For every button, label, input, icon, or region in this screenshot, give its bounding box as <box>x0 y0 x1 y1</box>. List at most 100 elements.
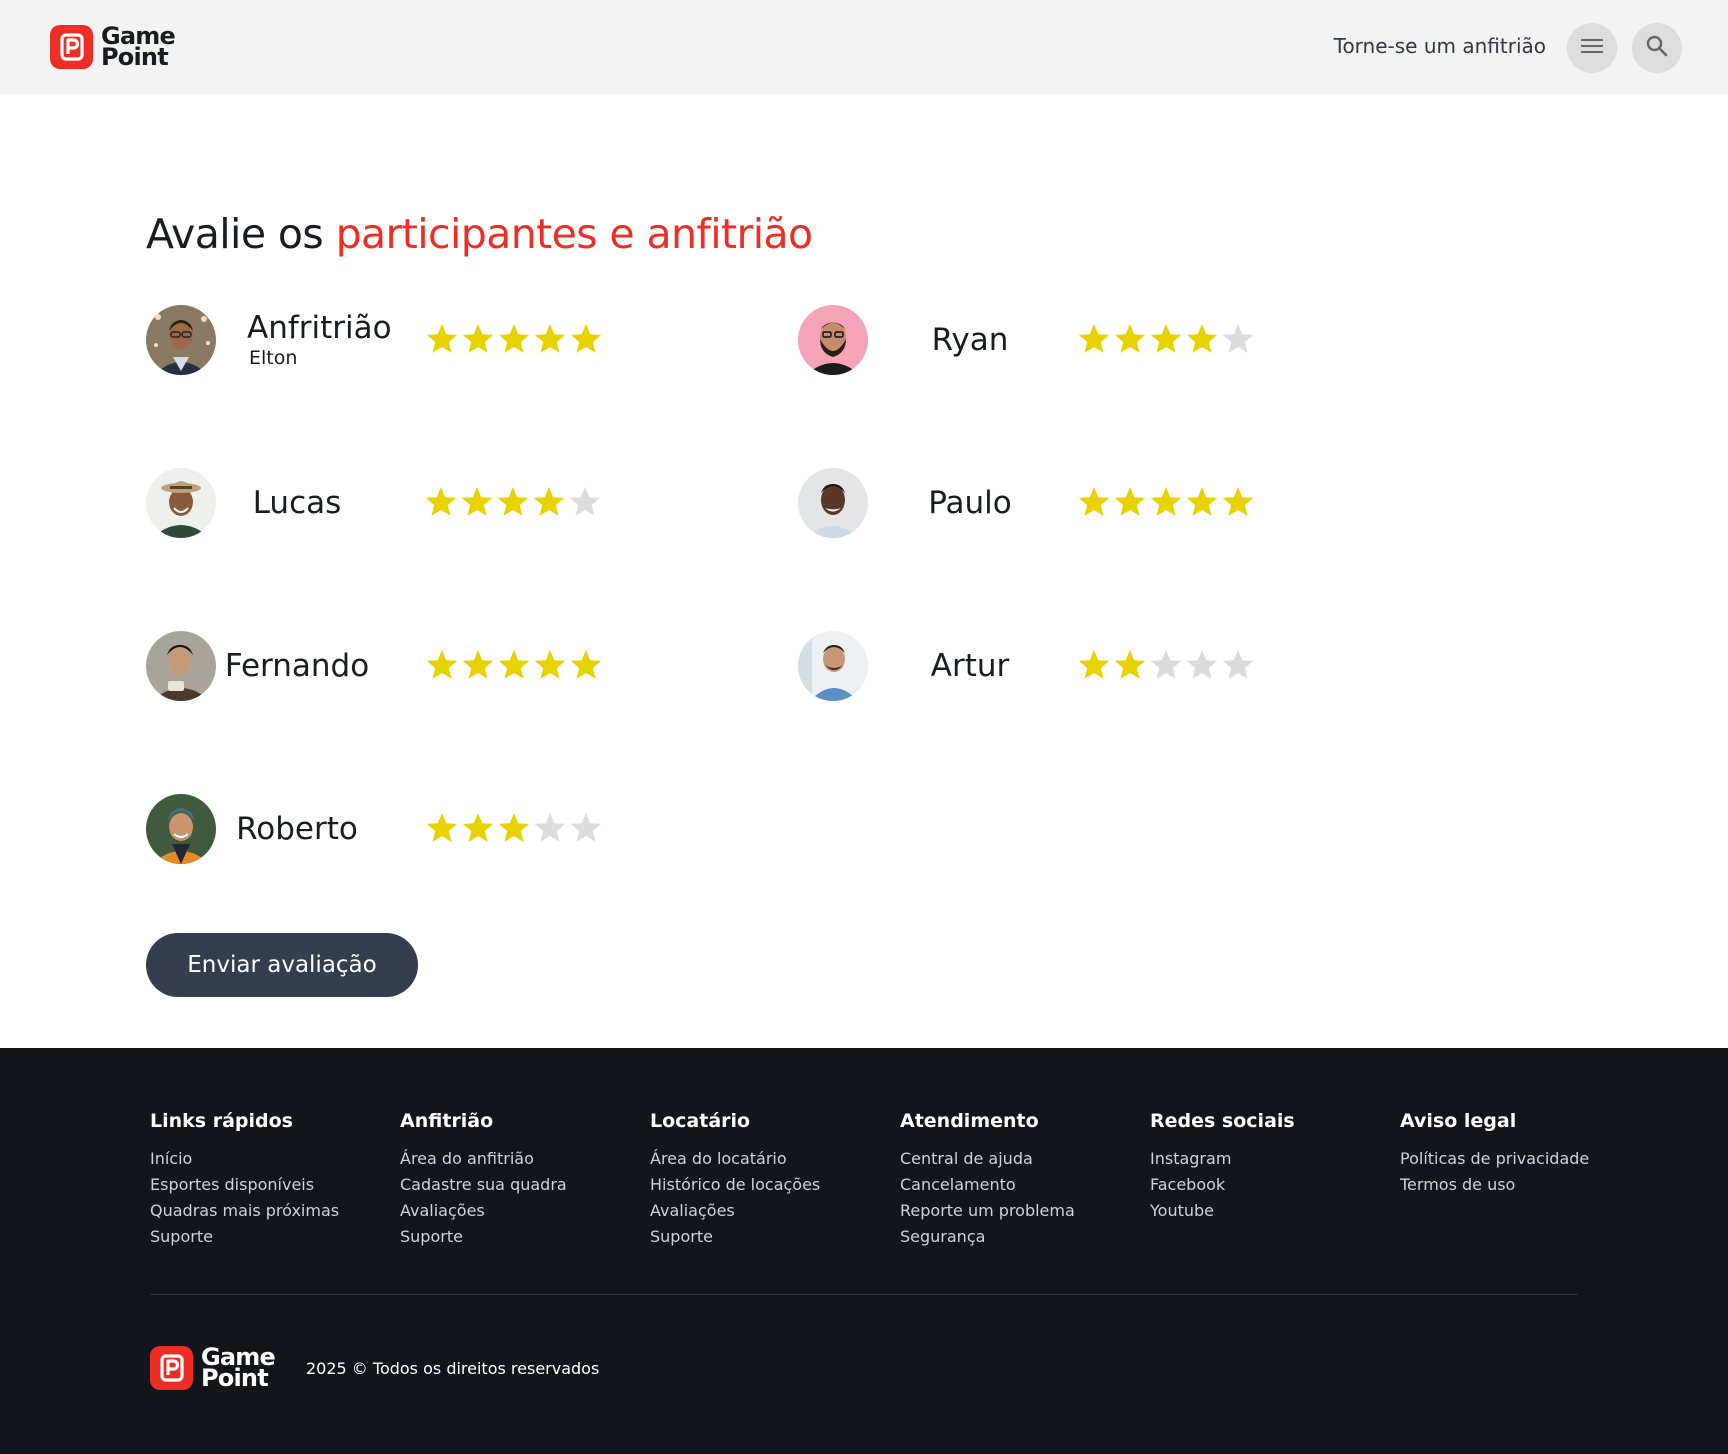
star-filled-icon[interactable] <box>424 647 460 683</box>
star-empty-icon[interactable] <box>567 484 603 520</box>
footer-link[interactable]: Segurança <box>900 1224 1075 1250</box>
rating-row-ryan: Ryan <box>798 305 1398 377</box>
star-filled-icon[interactable] <box>496 321 532 357</box>
footer-link[interactable]: Cancelamento <box>900 1172 1075 1198</box>
rating-row-artur: Artur <box>798 631 1398 703</box>
star-filled-icon[interactable] <box>1112 647 1148 683</box>
footer-link[interactable]: Instagram <box>1150 1146 1295 1172</box>
title-prefix: Avalie os <box>146 210 336 258</box>
footer-column-host: Anfitrião Área do anfitrião Cadastre sua… <box>400 1110 567 1250</box>
star-rating[interactable] <box>423 484 603 520</box>
star-filled-icon[interactable] <box>495 484 531 520</box>
footer-link[interactable]: Avaliações <box>650 1198 820 1224</box>
star-filled-icon[interactable] <box>1076 647 1112 683</box>
avatar-artur <box>798 631 868 701</box>
become-host-link[interactable]: Torne-se um anfitrião <box>1334 34 1546 58</box>
footer-link[interactable]: Suporte <box>650 1224 820 1250</box>
footer-link[interactable]: Histórico de locações <box>650 1172 820 1198</box>
footer-link[interactable]: Suporte <box>400 1224 567 1250</box>
person-name: Paulo <box>928 485 1012 521</box>
avatar-roberto <box>146 794 216 864</box>
star-filled-icon[interactable] <box>531 484 567 520</box>
footer-column-quick-links: Links rápidos Início Esportes disponívei… <box>150 1110 339 1250</box>
star-empty-icon[interactable] <box>1220 647 1256 683</box>
star-empty-icon[interactable] <box>568 810 604 846</box>
footer-link[interactable]: Avaliações <box>400 1198 567 1224</box>
star-filled-icon[interactable] <box>532 647 568 683</box>
person-name: Fernando <box>224 648 370 684</box>
footer-link[interactable]: Termos de uso <box>1400 1172 1589 1198</box>
rating-row-lucas: Lucas <box>146 468 746 540</box>
star-filled-icon[interactable] <box>460 810 496 846</box>
star-rating[interactable] <box>1076 321 1256 357</box>
star-rating[interactable] <box>424 647 604 683</box>
star-filled-icon[interactable] <box>1184 484 1220 520</box>
star-rating[interactable] <box>424 321 604 357</box>
footer-column-legal: Aviso legal Políticas de privacidade Ter… <box>1400 1110 1589 1198</box>
star-filled-icon[interactable] <box>1148 484 1184 520</box>
star-filled-icon[interactable] <box>424 810 460 846</box>
star-filled-icon[interactable] <box>1148 321 1184 357</box>
title-accent: participantes e anfitrião <box>335 210 814 258</box>
footer-link[interactable]: Início <box>150 1146 339 1172</box>
footer-link[interactable]: Youtube <box>1150 1198 1295 1224</box>
avatar-lucas <box>146 468 216 538</box>
footer-link[interactable]: Central de ajuda <box>900 1146 1075 1172</box>
star-filled-icon[interactable] <box>459 484 495 520</box>
footer-column-title: Links rápidos <box>150 1110 293 1132</box>
footer-link[interactable]: Esportes disponíveis <box>150 1172 339 1198</box>
footer-column-title: Locatário <box>650 1110 751 1132</box>
person-name: Roberto <box>236 811 358 847</box>
copyright-text: 2025 © Todos os direitos reservados <box>306 1359 600 1378</box>
star-filled-icon[interactable] <box>1184 321 1220 357</box>
footer-link[interactable]: Políticas de privacidade <box>1400 1146 1589 1172</box>
submit-rating-button[interactable]: Enviar avaliação <box>146 933 418 997</box>
footer: Links rápidos Início Esportes disponívei… <box>0 1048 1728 1454</box>
footer-link[interactable]: Facebook <box>1150 1172 1295 1198</box>
star-rating[interactable] <box>1076 647 1256 683</box>
star-filled-icon[interactable] <box>1076 484 1112 520</box>
footer-column-title: Atendimento <box>900 1110 1039 1132</box>
star-filled-icon[interactable] <box>1220 484 1256 520</box>
footer-logo[interactable]: Game Point <box>150 1345 276 1390</box>
rating-row-roberto: Roberto <box>146 794 746 866</box>
person-name-block: Fernando <box>212 631 382 701</box>
person-name: Lucas <box>252 485 342 521</box>
star-filled-icon[interactable] <box>1112 321 1148 357</box>
star-filled-icon[interactable] <box>424 321 460 357</box>
search-button[interactable] <box>1632 23 1682 73</box>
star-filled-icon[interactable] <box>460 647 496 683</box>
star-filled-icon[interactable] <box>568 647 604 683</box>
star-filled-icon[interactable] <box>423 484 459 520</box>
star-rating[interactable] <box>1076 484 1256 520</box>
person-name-block: Roberto <box>212 794 382 864</box>
footer-link[interactable]: Suporte <box>150 1224 339 1250</box>
star-empty-icon[interactable] <box>1220 321 1256 357</box>
star-empty-icon[interactable] <box>1148 647 1184 683</box>
footer-divider <box>150 1294 1578 1295</box>
footer-link[interactable]: Área do anfitrião <box>400 1146 567 1172</box>
footer-column-title: Aviso legal <box>1400 1110 1517 1132</box>
footer-link[interactable]: Área do locatário <box>650 1146 820 1172</box>
header-logo[interactable]: Game Point <box>50 24 176 69</box>
star-filled-icon[interactable] <box>1112 484 1148 520</box>
footer-link[interactable]: Cadastre sua quadra <box>400 1172 567 1198</box>
star-filled-icon[interactable] <box>1076 321 1112 357</box>
footer-link[interactable]: Reporte um problema <box>900 1198 1075 1224</box>
person-name: Ryan <box>931 322 1009 358</box>
avatar-paulo <box>798 468 868 538</box>
star-filled-icon[interactable] <box>568 321 604 357</box>
avatar-fernando <box>146 631 216 701</box>
person-name-block: Anfritrião Elton <box>247 305 417 375</box>
star-empty-icon[interactable] <box>1184 647 1220 683</box>
star-filled-icon[interactable] <box>532 321 568 357</box>
star-filled-icon[interactable] <box>496 647 532 683</box>
star-filled-icon[interactable] <box>460 321 496 357</box>
star-empty-icon[interactable] <box>532 810 568 846</box>
menu-button[interactable] <box>1567 23 1617 73</box>
star-rating[interactable] <box>424 810 604 846</box>
person-name: Anfritrião <box>247 310 392 346</box>
footer-link[interactable]: Quadras mais próximas <box>150 1198 339 1224</box>
star-filled-icon[interactable] <box>496 810 532 846</box>
hamburger-menu-icon <box>1581 38 1603 58</box>
